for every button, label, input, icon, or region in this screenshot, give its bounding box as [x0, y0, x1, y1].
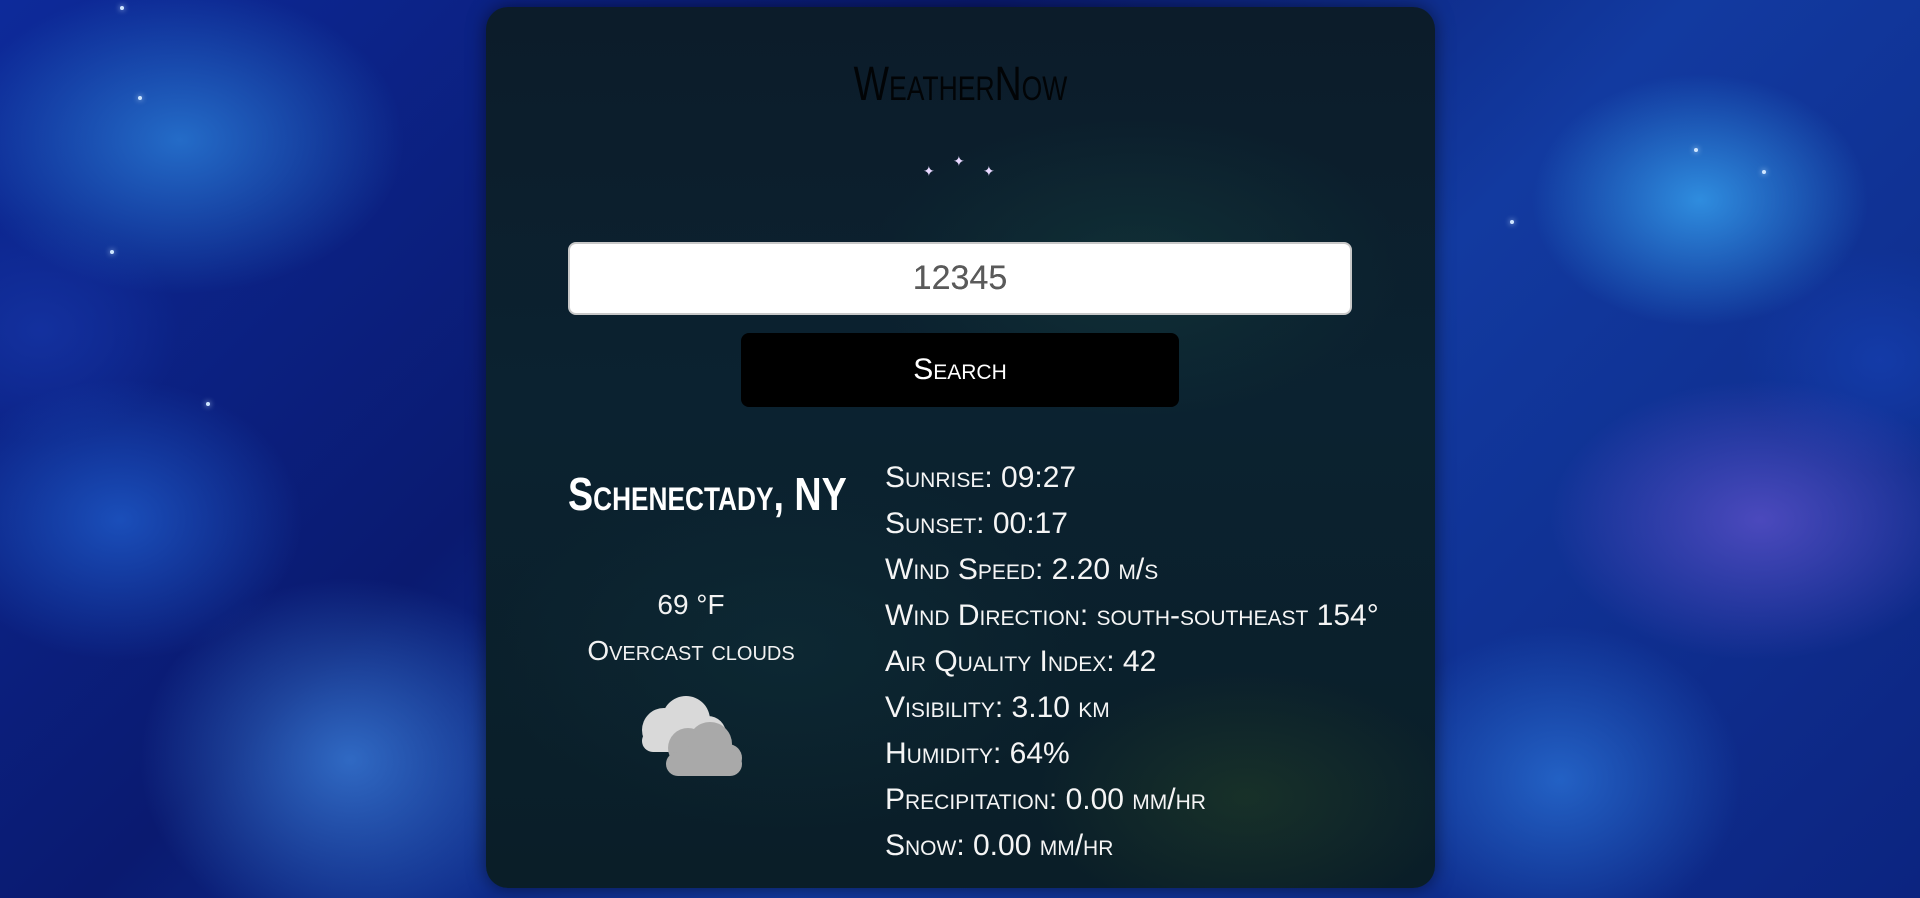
background-star — [1510, 220, 1514, 224]
sunrise-detail: Sunrise: 09:27 — [885, 461, 1077, 494]
background-star — [1762, 170, 1766, 174]
sparkle-icon: ✦ — [983, 164, 995, 180]
cloud-icon — [642, 696, 742, 776]
zip-search-input[interactable] — [568, 242, 1352, 315]
visibility-detail: Visibility: 3.10 km — [885, 691, 1110, 724]
search-button[interactable]: Search — [741, 333, 1179, 407]
sunset-detail: Sunset: 00:17 — [885, 507, 1068, 540]
background-star — [138, 96, 142, 100]
weather-details-list: Sunrise: 09:27 Sunset: 00:17 Wind Speed:… — [885, 455, 1379, 869]
wind-speed-detail: Wind Speed: 2.20 m/s — [885, 553, 1159, 586]
city-name: Schenectady, NY — [568, 468, 847, 520]
weather-panel: WeatherNow ✦ ✦ ✦ 12345 Search Schenectad… — [486, 7, 1435, 888]
sparkle-icon: ✦ — [923, 164, 935, 180]
wind-direction-detail: Wind Direction: south-southeast 154° — [885, 599, 1379, 632]
precipitation-detail: Precipitation: 0.00 mm/hr — [885, 783, 1206, 816]
background-star — [206, 402, 210, 406]
app-title: WeatherNow — [853, 58, 1068, 111]
sparkle-icon: ✦ — [953, 154, 965, 170]
sparkles-icon: ✦ ✦ ✦ — [486, 155, 1435, 185]
background-star — [110, 250, 114, 254]
air-quality-detail: Air Quality Index: 42 — [885, 645, 1157, 678]
snow-detail: Snow: 0.00 mm/hr — [885, 829, 1114, 862]
temperature: 69 °F — [657, 589, 725, 620]
humidity-detail: Humidity: 64% — [885, 737, 1070, 770]
background-star — [1694, 148, 1698, 152]
background-star — [120, 6, 124, 10]
weather-condition: Overcast clouds — [587, 635, 795, 666]
